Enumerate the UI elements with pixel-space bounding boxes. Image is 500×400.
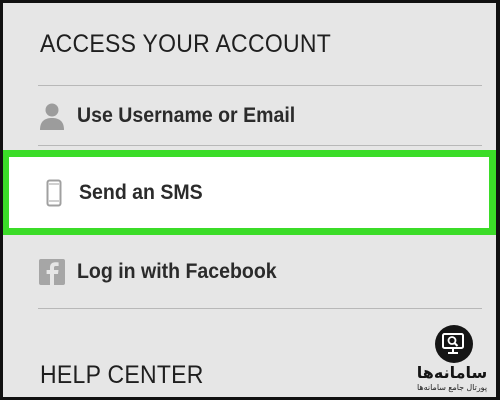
person-icon: [37, 101, 67, 131]
log-in-with-facebook-label: Log in with Facebook: [77, 260, 277, 283]
log-in-with-facebook-option[interactable]: Log in with Facebook: [3, 243, 496, 301]
phone-icon: [39, 178, 69, 208]
access-your-account-heading: ACCESS YOUR ACCOUNT: [40, 30, 332, 58]
facebook-icon: [37, 257, 67, 287]
use-username-or-email-label: Use Username or Email: [77, 104, 296, 127]
magnifier-monitor-icon: [435, 325, 473, 363]
send-an-sms-label: Send an SMS: [79, 180, 203, 204]
divider: [38, 85, 482, 86]
samaneha-watermark: سامانه‌ها پورتال جامع سامانه‌ها: [408, 325, 496, 397]
use-username-or-email-option[interactable]: Use Username or Email: [3, 87, 496, 145]
help-center-heading: HELP CENTER: [40, 361, 204, 389]
send-an-sms-option[interactable]: Send an SMS: [3, 150, 496, 235]
divider: [38, 145, 482, 146]
watermark-title: سامانه‌ها: [416, 365, 488, 382]
watermark-subtitle: پورتال جامع سامانه‌ها: [416, 383, 488, 392]
screen-frame: ACCESS YOUR ACCOUNT Use Username or Emai…: [0, 0, 500, 400]
divider: [38, 308, 482, 309]
